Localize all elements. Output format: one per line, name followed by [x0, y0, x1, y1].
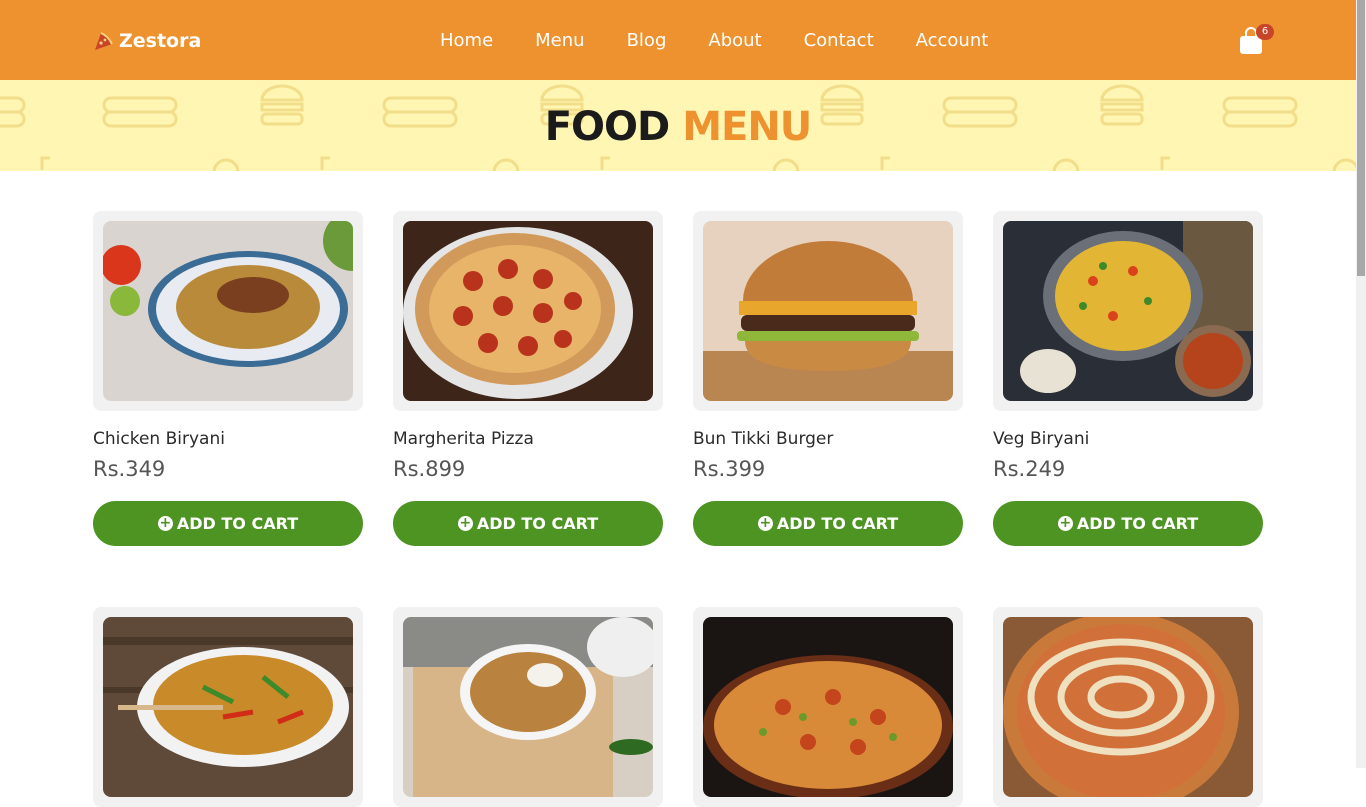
product-image-frame: [393, 607, 663, 807]
plus-circle-icon: +: [457, 515, 473, 531]
add-to-cart-label: ADD TO CART: [1076, 514, 1199, 533]
product-price: Rs.899: [393, 457, 466, 481]
product-image-frame: [993, 607, 1263, 807]
product-image-frame: [393, 211, 663, 411]
nav-account[interactable]: Account: [916, 30, 989, 51]
product-card: Bun Tikki Burger Rs.399 + ADD TO CART: [693, 211, 963, 546]
add-to-cart-label: ADD TO CART: [476, 514, 599, 533]
product-card: [393, 607, 663, 807]
product-card: Chicken Biryani Rs.349 + ADD TO CART: [93, 211, 363, 546]
add-to-cart-label: ADD TO CART: [776, 514, 899, 533]
product-card: [993, 607, 1263, 807]
bbq-pizza-image[interactable]: [1003, 617, 1253, 797]
add-to-cart-button[interactable]: + ADD TO CART: [93, 501, 363, 546]
add-to-cart-button[interactable]: + ADD TO CART: [993, 501, 1263, 546]
product-price: Rs.349: [93, 457, 166, 481]
product-name: Bun Tikki Burger: [693, 429, 834, 449]
title-food: FOOD: [544, 104, 671, 150]
product-image-frame: [993, 211, 1263, 411]
plus-circle-icon: +: [757, 515, 773, 531]
brand-logo[interactable]: Zestora: [93, 28, 201, 54]
product-card: Margherita Pizza Rs.899 + ADD TO CART: [393, 211, 663, 546]
product-image-frame: [693, 211, 963, 411]
page-banner: FOOD MENU: [0, 80, 1356, 171]
cart-count-badge: 6: [1256, 24, 1274, 40]
product-price: Rs.249: [993, 457, 1066, 481]
product-card: [693, 607, 963, 807]
product-image-frame: [93, 211, 363, 411]
brand-name: Zestora: [119, 30, 202, 52]
nav-about[interactable]: About: [708, 30, 761, 51]
product-image-frame: [693, 607, 963, 807]
plus-circle-icon: +: [157, 515, 173, 531]
product-card: [93, 607, 363, 807]
page-title: FOOD MENU: [0, 104, 1356, 150]
product-card: Veg Biryani Rs.249 + ADD TO CART: [993, 211, 1263, 546]
nav-home[interactable]: Home: [440, 30, 493, 51]
plus-circle-icon: +: [1057, 515, 1073, 531]
scrollbar-thumb[interactable]: [1357, 0, 1365, 276]
add-to-cart-button[interactable]: + ADD TO CART: [393, 501, 663, 546]
chicken-biryani-image[interactable]: [103, 221, 353, 401]
site-header: Zestora Home Menu Blog About Contact Acc…: [0, 0, 1356, 80]
add-to-cart-label: ADD TO CART: [176, 514, 299, 533]
page-scrollbar[interactable]: [1356, 0, 1366, 768]
pizza-slice-icon: [95, 32, 113, 50]
cart-button[interactable]: 6: [1238, 24, 1278, 56]
bun-tikki-burger-image[interactable]: [703, 221, 953, 401]
rice-bowl-image[interactable]: [403, 617, 653, 797]
title-menu: MENU: [682, 104, 812, 150]
add-to-cart-button[interactable]: + ADD TO CART: [693, 501, 963, 546]
main-nav: Home Menu Blog About Contact Account: [440, 30, 1030, 51]
nav-menu[interactable]: Menu: [535, 30, 584, 51]
product-name: Margherita Pizza: [393, 429, 534, 449]
nav-blog[interactable]: Blog: [627, 30, 667, 51]
product-name: Veg Biryani: [993, 429, 1090, 449]
nav-contact[interactable]: Contact: [804, 30, 874, 51]
product-image-frame: [93, 607, 363, 807]
noodles-image[interactable]: [103, 617, 353, 797]
product-name: Chicken Biryani: [93, 429, 225, 449]
veg-biryani-image[interactable]: [1003, 221, 1253, 401]
margherita-pizza-image[interactable]: [403, 221, 653, 401]
veg-pizza-image[interactable]: [703, 617, 953, 797]
product-price: Rs.399: [693, 457, 766, 481]
